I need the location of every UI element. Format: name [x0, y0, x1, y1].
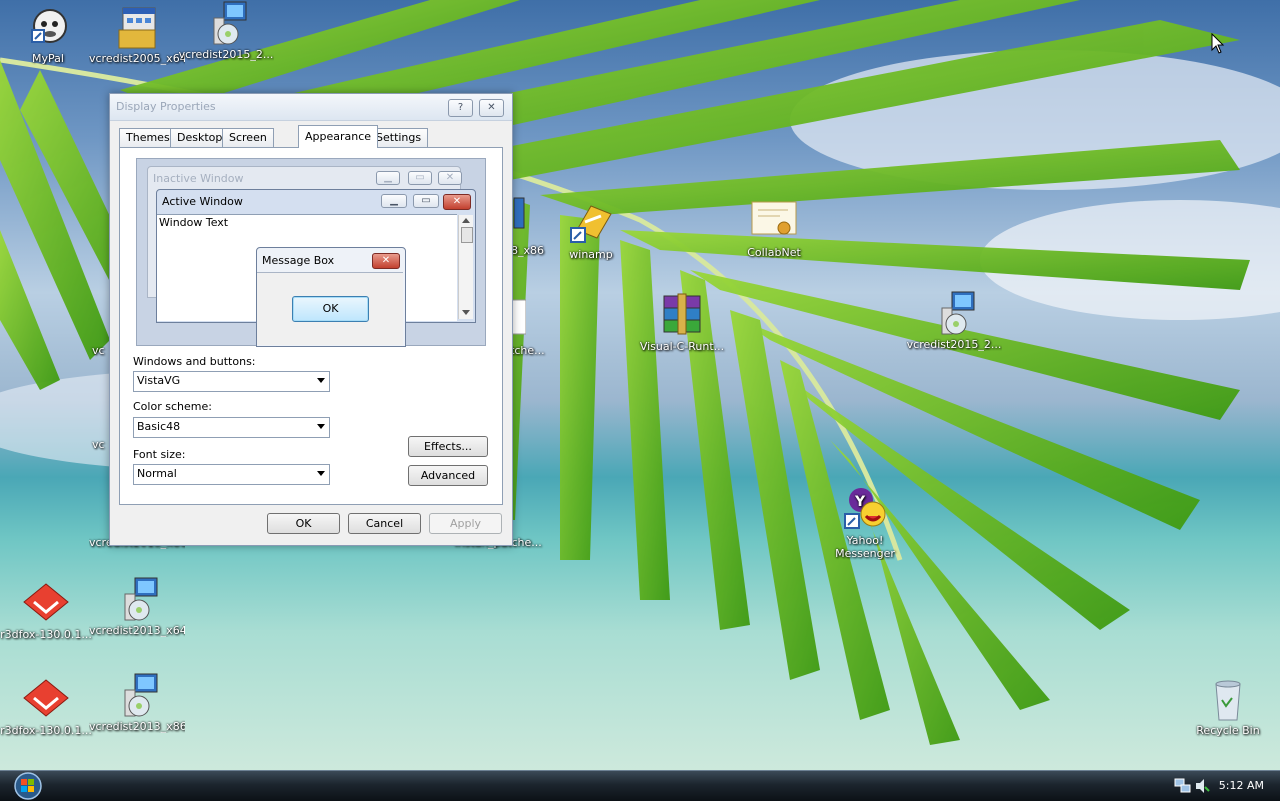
start-button[interactable] [8, 772, 48, 800]
maximize-icon: ▭ [413, 194, 439, 208]
inactive-window-title: Inactive Window [153, 172, 244, 185]
r3dfox-icon [22, 676, 70, 722]
desktop-icon-collabnet[interactable]: CollabNet [726, 198, 822, 259]
icon-label: Recycle Bin [1196, 724, 1260, 737]
active-window-title: Active Window [162, 195, 243, 208]
desktop-icon-r3dfox-1[interactable]: r3dfox-130.0.1... [0, 580, 94, 641]
maximize-icon: ▭ [408, 171, 432, 185]
installer-icon [113, 4, 161, 50]
mypal-icon [24, 4, 72, 50]
message-box-body: OK [257, 272, 403, 345]
icon-label: vcredist2015_2... [906, 338, 1002, 351]
windows-buttons-select[interactable]: VistaVG [133, 371, 330, 392]
desktop-icon-yahoo-messenger[interactable]: Y Yahoo! Messenger [817, 486, 913, 560]
color-scheme-value: Basic48 [137, 420, 181, 433]
icon-label: vcredist2005_x64 [89, 52, 185, 65]
icon-label: winamp [569, 248, 613, 261]
desktop-icon-r3dfox-2[interactable]: r3dfox-130.0.1... [0, 676, 94, 737]
appearance-preview: Inactive Window ▁ ▭ ✕ Active Window ▁ ▭ … [136, 158, 486, 347]
preview-ok-button: OK [292, 296, 369, 322]
apply-button[interactable]: Apply [429, 513, 502, 534]
advanced-button[interactable]: Advanced [408, 465, 488, 486]
winrar-icon [658, 292, 706, 338]
font-size-select[interactable]: Normal [133, 464, 330, 485]
appearance-panel: Inactive Window ▁ ▭ ✕ Active Window ▁ ▭ … [119, 147, 503, 505]
recycle-bin-icon [1204, 676, 1252, 722]
setup-icon [202, 0, 250, 46]
help-button[interactable]: ? [448, 99, 473, 117]
message-box-title: Message Box [262, 254, 335, 267]
chevron-down-icon [317, 378, 325, 383]
icon-label: CollabNet [747, 246, 801, 259]
preview-scrollbar [458, 215, 473, 319]
volume-icon[interactable] [1194, 777, 1210, 795]
desktop: MyPal vcredist2005_x64 vcredist2015_2...… [0, 0, 1280, 770]
system-tray: 5:12 AM [1170, 771, 1280, 801]
minimize-icon: ▁ [376, 171, 400, 185]
desktop-icon-winamp[interactable]: winamp [543, 200, 639, 261]
icon-label: vcredist2013_x86 [89, 720, 185, 733]
setup-icon [113, 576, 161, 622]
icon-label: r3dfox-130.0.1... [0, 628, 92, 641]
desktop-icon-visual-c-runtime[interactable]: Visual-C-Runt... [634, 292, 730, 353]
icon-label: vcredist2015_2... [178, 48, 274, 61]
cancel-button[interactable]: Cancel [348, 513, 421, 534]
dialog-title: Display Properties [116, 100, 216, 113]
setup-icon [930, 290, 978, 336]
windows-orb-icon [14, 772, 42, 800]
chevron-down-icon [317, 471, 325, 476]
ok-button[interactable]: OK [267, 513, 340, 534]
taskbar-clock[interactable]: 5:12 AM [1219, 779, 1264, 792]
icon-label: MyPal [32, 52, 64, 65]
desktop-icon-vcredist2013-x64[interactable]: vcredist2013_x64 [89, 576, 185, 637]
desktop-icon-vcredist2005-x64[interactable]: vcredist2005_x64 [89, 4, 185, 65]
icon-label: vcredist2013_x64 [89, 624, 185, 637]
font-size-value: Normal [137, 467, 177, 480]
window-text: Window Text [159, 216, 229, 229]
certificate-icon [750, 198, 798, 244]
dialog-titlebar[interactable]: Display Properties ? ✕ [110, 94, 512, 121]
tab-desktop[interactable]: Desktop [170, 128, 230, 147]
tab-appearance[interactable]: Appearance [298, 125, 379, 148]
preview-active-window: Active Window ▁ ▭ ✕ Window Text Message … [156, 189, 476, 347]
desktop-icon-recycle-bin[interactable]: Recycle Bin [1180, 676, 1276, 737]
icon-label: Yahoo! Messenger [835, 534, 895, 560]
icon-label: Visual-C-Runt... [639, 340, 725, 353]
desktop-icon-vcredist2013-x86[interactable]: vcredist2013_x86 [89, 672, 185, 733]
taskbar: 5:12 AM [0, 770, 1280, 801]
icon-label: r3dfox-130.0.1... [0, 724, 92, 737]
desktop-icon-vcredist2015-right[interactable]: vcredist2015_2... [906, 290, 1002, 351]
display-properties-dialog: Display Properties ? ✕ Themes Desktop Sc… [109, 93, 513, 546]
scroll-thumb [461, 227, 473, 243]
minimize-icon: ▁ [381, 194, 407, 208]
chevron-down-icon [317, 424, 325, 429]
close-icon: ✕ [372, 253, 400, 269]
effects-button[interactable]: Effects... [408, 436, 488, 457]
color-scheme-select[interactable]: Basic48 [133, 417, 330, 438]
font-size-label: Font size: [133, 448, 186, 461]
yahoo-messenger-icon: Y [841, 486, 889, 532]
close-icon: ✕ [438, 171, 462, 185]
preview-message-box: Message Box ✕ OK [256, 247, 406, 347]
color-scheme-label: Color scheme: [133, 400, 212, 413]
mouse-cursor-icon [1211, 33, 1225, 54]
windows-buttons-label: Windows and buttons: [133, 355, 256, 368]
desktop-icon-vcredist2015[interactable]: vcredist2015_2... [178, 0, 274, 61]
windows-buttons-value: VistaVG [137, 374, 181, 387]
desktop-icon-mypal[interactable]: MyPal [0, 4, 96, 65]
tab-screen-saver[interactable]: Screen Saver [222, 128, 274, 162]
network-icon[interactable] [1174, 777, 1192, 795]
setup-icon [113, 672, 161, 718]
close-button[interactable]: ✕ [479, 99, 504, 117]
scroll-down-icon [462, 310, 470, 315]
close-icon: ✕ [443, 194, 471, 210]
r3dfox-icon [22, 580, 70, 626]
tab-themes[interactable]: Themes [119, 128, 177, 147]
scroll-up-icon [462, 218, 470, 223]
winamp-icon [567, 200, 615, 246]
